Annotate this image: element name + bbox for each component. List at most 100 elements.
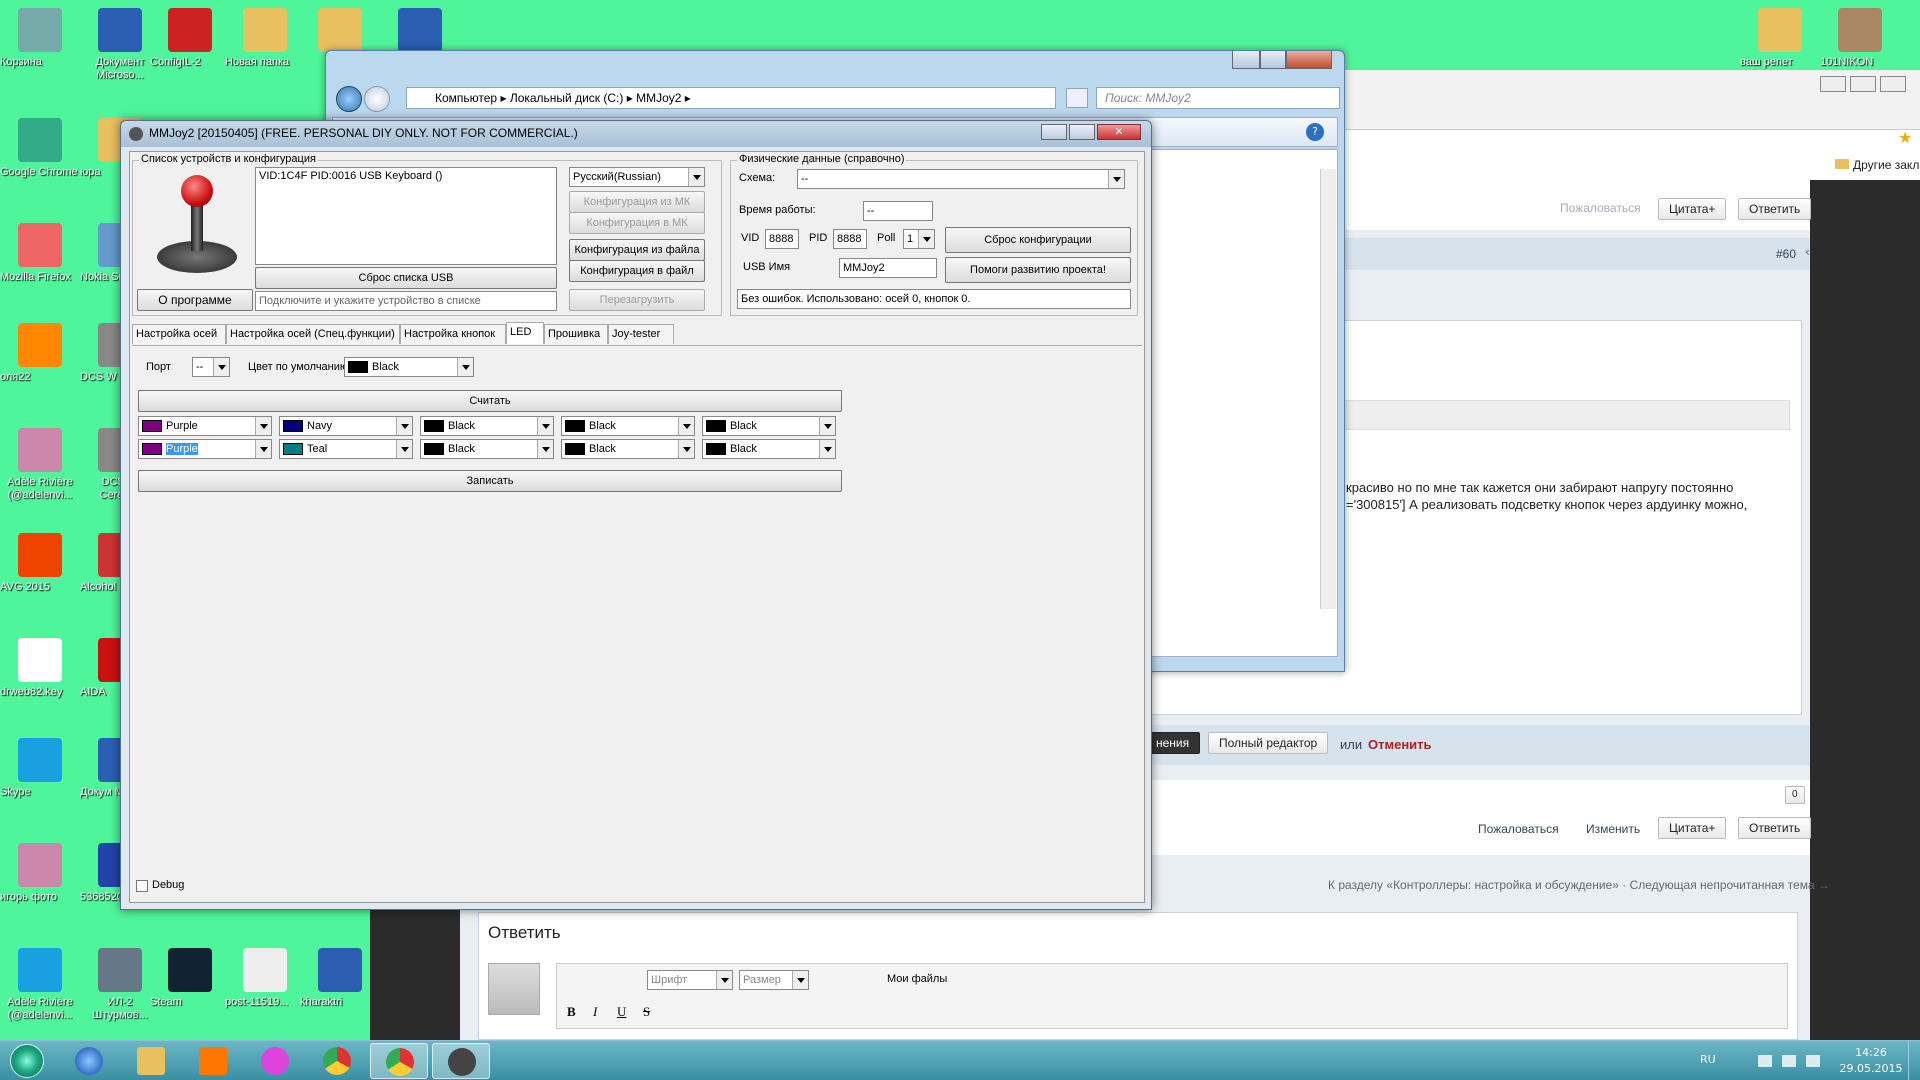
font-select[interactable]: Шрифт [647,970,733,990]
save-changes-button[interactable]: нения [1145,732,1201,754]
star-icon[interactable]: ★ [1898,128,1912,147]
led-color-select[interactable]: Purple [138,416,272,436]
desktop-icon[interactable]: оля22 [0,323,80,383]
vid-field[interactable]: 8888 [765,229,799,249]
my-files-button[interactable]: Мои файлы [887,973,947,985]
size-select[interactable]: Размер [739,970,809,990]
desktop-icon[interactable] [300,8,380,56]
tab-axes-special[interactable]: Настройка осей (Спец.функции) [226,324,400,344]
desktop-icon[interactable]: Steam [150,948,230,1008]
language-select[interactable]: Русский(Russian) [569,167,705,187]
tab-buttons[interactable]: Настройка кнопок [400,324,506,344]
search-input[interactable]: Поиск: MMJoy2 [1096,87,1340,109]
edit-link[interactable]: Изменить [1586,822,1640,836]
bold-icon[interactable]: B [567,1004,576,1020]
bookmarks-folder[interactable]: Другие закл [1835,158,1919,172]
quote-button-2[interactable]: Цитата+ [1658,817,1727,839]
scrollbar[interactable] [1320,169,1336,609]
desktop-icon[interactable]: ИЛ-2 Штурмов... [80,948,160,1021]
help-project-button[interactable]: Помоги развитию проекта! [945,257,1131,283]
tab-led[interactable]: LED [506,322,544,344]
chevron-down-icon[interactable] [537,417,553,435]
breadcrumb-mmjoy[interactable]: MMJoy2 [636,91,681,105]
taskbar-media[interactable] [184,1043,242,1079]
breadcrumb-computer[interactable]: Компьютер [435,91,497,105]
full-editor-button[interactable]: Полный редактор [1208,732,1329,754]
led-color-select[interactable]: Teal [279,439,413,459]
taskbar-chrome-2[interactable] [370,1043,428,1079]
topic-nav[interactable]: К разделу «Контроллеры: настройка и обсу… [1328,878,1830,892]
desktop-icon[interactable]: ваш репет [1740,8,1820,68]
address-bar[interactable]: Компьютер ▸ Локальный диск (C:) ▸ MMJoy2… [406,87,1056,109]
reply-button[interactable]: Ответить [1738,198,1812,220]
desktop-icon[interactable]: Adèle Rivière (@adelenvi... [0,428,80,501]
led-color-select[interactable]: Black [702,416,836,436]
close-icon[interactable]: ✕ [1097,124,1141,140]
help-icon[interactable]: ? [1306,123,1324,141]
desktop-icon[interactable]: kharaktri [300,948,380,1008]
chevron-down-icon[interactable] [396,440,412,458]
report-link[interactable]: Пожаловаться [1550,198,1651,220]
desktop-icon[interactable]: Adèle Rivière (@adelenvi... [0,948,80,1021]
taskbar-ie[interactable] [60,1043,118,1079]
default-color-select[interactable]: Black [344,357,474,377]
maximize-icon[interactable] [1260,51,1286,69]
write-button[interactable]: Записать [138,470,842,492]
start-button[interactable] [4,1042,50,1080]
maximize-icon[interactable] [1069,124,1095,140]
refresh-icon[interactable] [1066,88,1088,108]
show-desktop-button[interactable] [1908,1041,1920,1080]
chevron-down-icon[interactable] [255,440,271,458]
chevron-down-icon[interactable] [678,440,694,458]
usb-name-field[interactable]: MMJoy2 [839,258,937,278]
report-link-2[interactable]: Пожаловаться [1478,822,1559,836]
led-color-select[interactable]: Black [561,416,695,436]
device-list[interactable]: VID:1C4F PID:0016 USB Keyboard () [255,167,557,265]
underline-icon[interactable]: U [617,1004,626,1020]
desktop-icon[interactable] [380,8,460,56]
quote-button[interactable]: Цитата+ [1658,198,1727,220]
flag-icon[interactable] [1758,1055,1772,1067]
forward-icon[interactable] [364,86,390,112]
read-button[interactable]: Считать [138,390,842,412]
reboot-button[interactable]: Перезагрузить [569,289,705,311]
led-color-select[interactable]: Black [702,439,836,459]
poll-select[interactable]: 1 [903,229,935,249]
config-from-file-button[interactable]: Конфигурация из файла [569,239,705,261]
desktop-icon[interactable]: drweb82.key [0,638,80,698]
reset-config-button[interactable]: Сброс конфигурации [945,227,1131,253]
clock-date[interactable]: 29.05.2015 [1836,1062,1906,1075]
desktop-icon[interactable]: 101NIKON [1820,8,1900,68]
back-icon[interactable] [336,86,362,112]
taskbar-app[interactable] [246,1043,304,1079]
about-button[interactable]: О программе [137,289,253,311]
taskbar-mmjoy[interactable] [432,1043,490,1079]
scheme-select[interactable]: -- [797,169,1125,189]
pid-field[interactable]: 8888 [833,229,867,249]
config-to-mk-button[interactable]: Конфигурация в МК [569,212,705,234]
desktop-icon[interactable]: AVG 2015 [0,533,80,593]
italic-icon[interactable]: I [593,1004,597,1020]
desktop-icon[interactable]: Skype [0,738,80,798]
chevron-down-icon[interactable] [819,417,835,435]
desktop-icon[interactable]: post-11519... [225,948,305,1008]
close-icon[interactable] [1286,51,1332,69]
close-icon[interactable] [1880,76,1906,92]
led-color-select[interactable]: Navy [279,416,413,436]
desktop-icon[interactable]: Google Chrome [0,118,80,178]
chevron-down-icon[interactable] [255,417,271,435]
chevron-down-icon[interactable] [819,440,835,458]
desktop-icon[interactable]: игорь фото [0,843,80,903]
desktop-icon[interactable]: Новая папка [225,8,305,68]
led-color-select[interactable]: Black [420,416,554,436]
port-select[interactable]: -- [192,357,230,377]
post-number[interactable]: #60 [1776,247,1796,261]
device-list-item[interactable]: VID:1C4F PID:0016 USB Keyboard () [259,170,442,182]
breadcrumb-disk[interactable]: Локальный диск (C:) [510,91,624,105]
tab-axes[interactable]: Настройка осей [132,324,226,344]
desktop-icon[interactable]: ConfigIL-2 [150,8,230,68]
tab-firmware[interactable]: Прошивка [544,324,608,344]
clock-time[interactable]: 14:26 [1842,1046,1900,1059]
chevron-down-icon[interactable] [537,440,553,458]
led-color-select[interactable]: Black [420,439,554,459]
